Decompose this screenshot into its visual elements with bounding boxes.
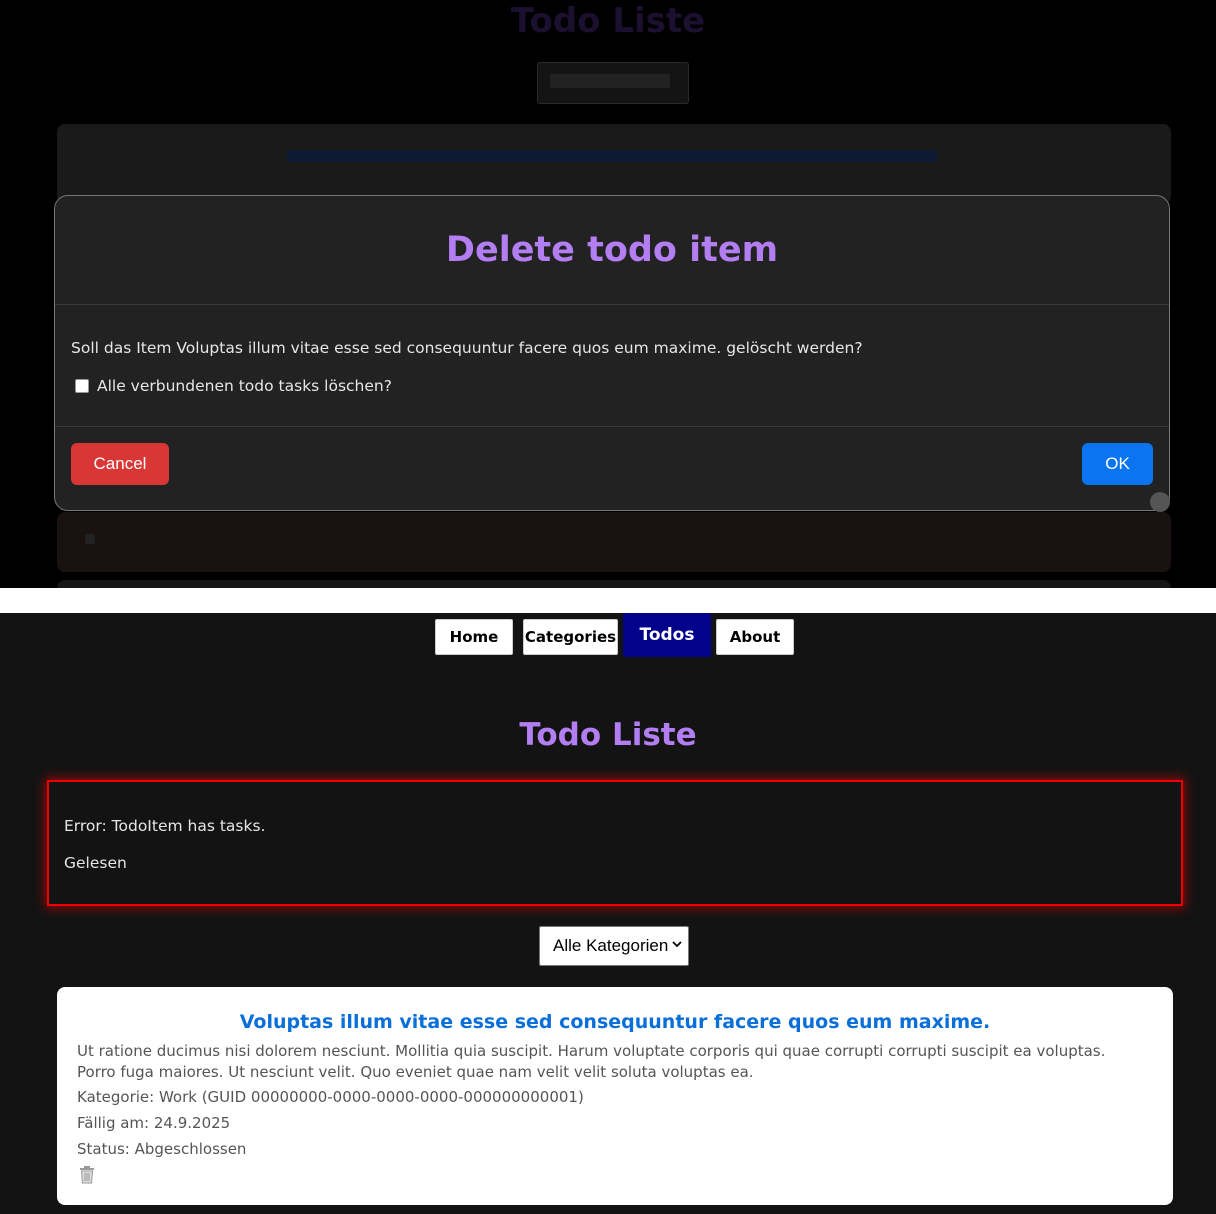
background-todo-card bbox=[57, 512, 1171, 572]
nav-todos[interactable]: Todos bbox=[623, 613, 711, 657]
category-filter-select[interactable]: Alle Kategorien bbox=[539, 926, 689, 966]
todo-category: Kategorie: Work (GUID 00000000-0000-0000… bbox=[77, 1088, 584, 1106]
todo-page: Home Categories Todos About Todo Liste E… bbox=[0, 613, 1216, 1214]
delete-todo-dialog: Delete todo item Soll das Item Voluptas … bbox=[54, 195, 1170, 511]
background-page-title: Todo Liste bbox=[510, 1, 706, 41]
modal-screen: Todo Liste Delete todo item Soll das Ite… bbox=[0, 0, 1216, 588]
background-todo-card bbox=[57, 124, 1171, 204]
todo-due-date: Fällig am: 24.9.2025 bbox=[77, 1114, 231, 1132]
delete-tasks-label[interactable]: Alle verbundenen todo tasks löschen? bbox=[97, 377, 392, 395]
todo-card: Voluptas illum vitae esse sed consequunt… bbox=[57, 987, 1173, 1205]
nav-categories[interactable]: Categories bbox=[523, 619, 618, 655]
dialog-title: Delete todo item bbox=[445, 230, 779, 270]
cancel-button[interactable]: Cancel bbox=[71, 443, 169, 485]
resize-handle-icon[interactable] bbox=[1150, 492, 1170, 512]
todo-title[interactable]: Voluptas illum vitae esse sed consequunt… bbox=[57, 1011, 1173, 1033]
nav-home[interactable]: Home bbox=[435, 619, 513, 655]
delete-tasks-checkbox[interactable] bbox=[75, 379, 89, 393]
trash-icon[interactable] bbox=[79, 1166, 95, 1184]
dialog-footer: Cancel OK bbox=[55, 427, 1169, 511]
category-filter-value: Alle Kategorien bbox=[553, 936, 669, 955]
todo-status: Status: Abgeschlossen bbox=[77, 1140, 247, 1158]
error-message: Error: TodoItem has tasks. bbox=[64, 817, 266, 835]
ok-button[interactable]: OK bbox=[1082, 443, 1153, 485]
dialog-body: Soll das Item Voluptas illum vitae esse … bbox=[55, 305, 1169, 427]
chevron-down-icon bbox=[672, 940, 682, 951]
delete-question: Soll das Item Voluptas illum vitae esse … bbox=[71, 339, 863, 357]
nav-about[interactable]: About bbox=[716, 619, 794, 655]
dialog-header: Delete todo item bbox=[55, 196, 1169, 305]
error-alert: Error: TodoItem has tasks. Gelesen bbox=[47, 780, 1183, 906]
mark-read-button[interactable]: Gelesen bbox=[64, 854, 127, 872]
todo-description: Ut ratione ducimus nisi dolorem nesciunt… bbox=[77, 1042, 1106, 1081]
background-todo-card bbox=[57, 580, 1171, 588]
page-title: Todo Liste bbox=[519, 717, 697, 753]
delete-tasks-option: Alle verbundenen todo tasks löschen? bbox=[75, 377, 392, 395]
main-nav: Home Categories Todos About bbox=[0, 613, 1216, 659]
background-category-select bbox=[537, 62, 689, 104]
screenshot-separator bbox=[0, 588, 1216, 613]
